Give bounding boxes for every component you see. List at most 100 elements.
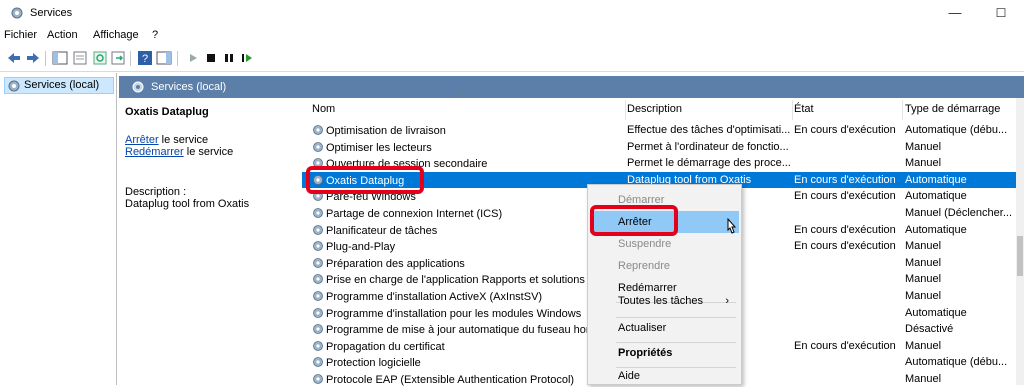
panel-header-title: Services (local) bbox=[151, 81, 227, 93]
service-name: Programme d'installation pour les module… bbox=[326, 307, 582, 320]
show-action-pane-icon[interactable] bbox=[156, 50, 172, 66]
restart-service-line: Redémarrer le service bbox=[125, 146, 233, 158]
stop-service-link[interactable]: Arrêter bbox=[125, 134, 159, 146]
console-tree: Services (local) bbox=[0, 73, 117, 385]
refresh-icon[interactable] bbox=[92, 50, 108, 66]
cell-name: Programme de mise à jour automatique du … bbox=[312, 323, 602, 336]
help-icon[interactable]: ? bbox=[137, 50, 153, 66]
svg-text:?: ? bbox=[142, 53, 148, 65]
cell-startup-type: Manuel bbox=[905, 290, 942, 302]
service-gear-icon bbox=[313, 291, 323, 301]
toolbar-separator bbox=[130, 51, 131, 66]
highlight-stop-menu-item bbox=[590, 205, 678, 236]
column-header-state[interactable]: État bbox=[784, 98, 902, 120]
console-tree-icon[interactable] bbox=[52, 50, 68, 66]
description-value: Dataplug tool from Oxatis bbox=[125, 198, 250, 210]
service-gear-icon bbox=[313, 274, 323, 285]
stop-icon[interactable] bbox=[203, 50, 219, 66]
toolbar-separator bbox=[45, 51, 46, 66]
menu-item-help[interactable]: Aide bbox=[590, 365, 739, 387]
cell-name: Protection logicielle bbox=[312, 356, 602, 369]
service-name: Protocole EAP (Extensible Authentication… bbox=[326, 374, 575, 386]
tree-item-services-local[interactable]: Services (local) bbox=[4, 77, 114, 94]
cell-description: Permet le démarrage des proce... bbox=[627, 157, 791, 170]
service-gear-icon bbox=[313, 241, 323, 252]
menu-affichage[interactable]: Affichage bbox=[93, 29, 139, 41]
mouse-cursor-icon bbox=[727, 218, 737, 234]
services-gear-icon bbox=[11, 7, 23, 19]
pause-icon[interactable] bbox=[221, 50, 237, 66]
service-name: Protection logicielle bbox=[326, 357, 421, 370]
back-arrow-icon[interactable] bbox=[6, 50, 22, 66]
description-label: Description : bbox=[125, 186, 187, 198]
cell-state: En cours d'exécution bbox=[794, 240, 896, 253]
highlight-oxatis-dataplug bbox=[306, 166, 424, 194]
cell-startup-type: Manuel bbox=[905, 273, 942, 286]
cell-startup-type: Automatique bbox=[905, 223, 967, 236]
menu-item-resume[interactable]: Reprendre bbox=[590, 255, 739, 277]
vertical-scrollbar[interactable] bbox=[1016, 98, 1024, 385]
service-name: Prise en charge de l'application Rapport… bbox=[326, 274, 601, 287]
cell-name: Propagation du certificat bbox=[312, 340, 602, 353]
cell-startup-type: Manuel bbox=[905, 240, 942, 253]
detail-service-name: Oxatis Dataplug bbox=[125, 106, 209, 118]
properties-sheet-icon[interactable] bbox=[72, 50, 88, 66]
cell-name: Partage de connexion Internet (ICS) bbox=[312, 207, 602, 220]
cell-name: Planificateur de tâches bbox=[312, 224, 602, 237]
cell-description: Permet à l'ordinateur de fonctio... bbox=[627, 140, 789, 153]
restart-service-suffix: le service bbox=[183, 146, 234, 158]
service-detail-pane: Oxatis Dataplug Arrêter le service Redém… bbox=[119, 98, 302, 385]
toolbar-separator bbox=[177, 51, 178, 66]
scrollbar-thumb[interactable] bbox=[1017, 236, 1023, 276]
column-header-description[interactable]: Description bbox=[617, 98, 792, 120]
service-name: Plug-and-Play bbox=[326, 241, 396, 254]
cell-startup-type: Manuel bbox=[905, 339, 942, 352]
cell-startup-type: Automatique bbox=[905, 306, 967, 319]
service-gear-icon bbox=[313, 125, 323, 135]
restart-service-link[interactable]: Redémarrer bbox=[125, 146, 184, 158]
maximize-button[interactable]: ☐ bbox=[978, 0, 1024, 26]
service-name: Programme de mise à jour automatique du … bbox=[326, 324, 599, 337]
service-gear-icon bbox=[313, 307, 323, 318]
service-name: Programme d'installation ActiveX (AxInst… bbox=[326, 291, 543, 303]
menu-fichier[interactable]: Fichier bbox=[4, 29, 37, 41]
cell-startup-type: Désactivé bbox=[905, 323, 954, 336]
stop-service-line: Arrêter le service bbox=[125, 134, 208, 146]
menu-item-all-tasks[interactable]: Toutes les tâches › bbox=[590, 290, 739, 312]
service-gear-icon bbox=[313, 208, 323, 218]
column-header-startup[interactable]: Type de démarrage bbox=[895, 98, 1020, 120]
forward-arrow-icon[interactable] bbox=[25, 50, 41, 66]
cell-state: En cours d'exécution bbox=[794, 339, 896, 352]
cell-startup-type: Automatique (débu... bbox=[905, 124, 1008, 136]
cell-state: En cours d'exécution bbox=[794, 124, 896, 136]
service-name: Planificateur de tâches bbox=[326, 224, 438, 237]
cell-description: Effectue des tâches d'optimisati... bbox=[627, 124, 791, 136]
menu-item-properties[interactable]: Propriétés bbox=[590, 342, 739, 364]
services-gear-icon bbox=[8, 80, 20, 92]
table-row[interactable]: Optimisation de livraison Effectue des tâ… bbox=[302, 122, 1024, 138]
service-gear-icon bbox=[313, 374, 323, 384]
service-gear-icon bbox=[313, 340, 323, 351]
minimize-button[interactable]: — bbox=[932, 0, 978, 26]
column-header-name[interactable]: Nom bbox=[302, 98, 625, 120]
menu-item-pause[interactable]: Suspendre bbox=[590, 233, 739, 255]
service-gear-icon bbox=[313, 324, 323, 335]
play-icon[interactable] bbox=[185, 50, 201, 66]
menu-item-refresh[interactable]: Actualiser bbox=[590, 317, 739, 339]
stop-service-suffix: le service bbox=[158, 134, 209, 146]
table-row[interactable]: Optimiser les lecteurs Permet à l'ordinat… bbox=[302, 139, 1024, 155]
cell-name: Préparation des applications bbox=[312, 257, 602, 270]
service-name: Optimisation de livraison bbox=[326, 125, 446, 137]
cell-name: Plug-and-Play bbox=[312, 240, 602, 253]
service-gear-icon bbox=[313, 357, 323, 368]
panel-header: Services (local) bbox=[119, 76, 1024, 98]
service-name: Optimiser les lecteurs bbox=[326, 141, 432, 154]
restart-icon[interactable] bbox=[239, 50, 255, 66]
submenu-arrow-icon: › bbox=[725, 295, 729, 307]
menu-help[interactable]: ? bbox=[152, 29, 158, 41]
cell-name: Protocole EAP (Extensible Authentication… bbox=[312, 373, 602, 386]
cell-state: En cours d'exécution bbox=[794, 223, 896, 236]
export-list-icon[interactable] bbox=[110, 50, 126, 66]
cell-name: Optimisation de livraison bbox=[312, 124, 602, 137]
menu-action[interactable]: Action bbox=[47, 29, 78, 41]
